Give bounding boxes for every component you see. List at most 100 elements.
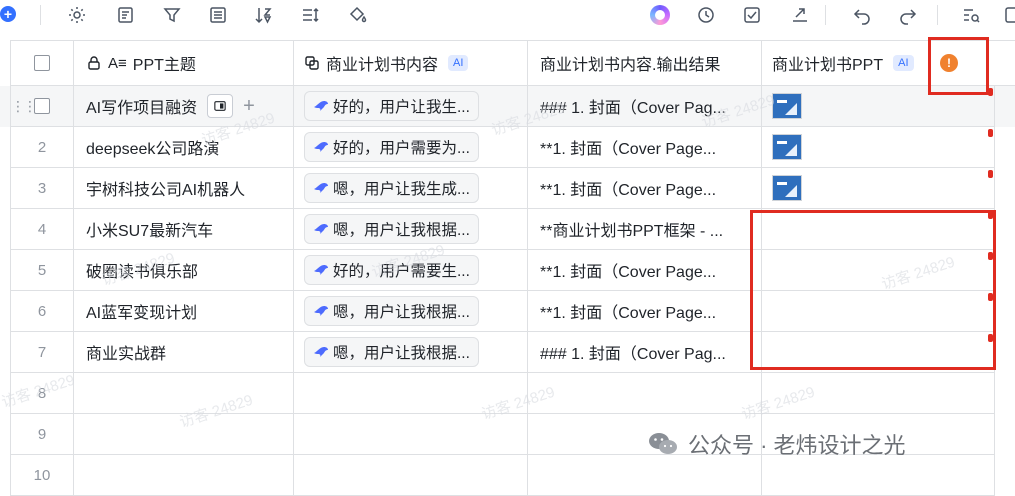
ai-assistant-icon[interactable] [650,5,670,25]
empty-cell[interactable] [74,455,294,496]
row-number: 9 [37,425,47,443]
row-number-cell[interactable]: 3 [10,168,74,209]
ai-content-tag[interactable]: 好的，用户需要生... [304,255,479,285]
filter-icon[interactable] [161,4,183,26]
ai-content-tag[interactable]: 嗯，用户让我根据... [304,337,479,367]
row-number-cell[interactable]: 2 [10,127,74,168]
settings-icon[interactable] [66,4,88,26]
ai-sparkle-icon [313,99,329,113]
ai-content-tag[interactable]: 好的，用户需要为... [304,132,479,162]
header-output[interactable]: 商业计划书内容.输出结果 [528,40,762,86]
ppt-thumbnail[interactable] [772,175,802,201]
title-cell[interactable]: 小米SU7最新汽车 [74,209,294,250]
output-cell[interactable]: **1. 封面（Cover Page... [528,127,762,168]
title-cell[interactable]: 破圈读书俱乐部 [74,250,294,291]
footer-watermark-text: 公众号 · 老炜设计之光 [688,433,906,458]
ai-content-tag[interactable]: 嗯，用户让我生成... [304,173,479,203]
ppt-thumbnail[interactable] [772,134,802,160]
ai-content-tag[interactable]: 嗯，用户让我根据... [304,214,479,244]
linked-field-icon [304,55,320,71]
output-cell[interactable]: ### 1. 封面（Cover Pag... [528,86,762,127]
ppt-cell[interactable] [762,168,995,209]
ai-content-tag[interactable]: 嗯，用户让我根据... [304,296,479,326]
empty-cell[interactable] [294,455,528,496]
title-cell[interactable]: deepseek公司路演 [74,127,294,168]
content-cell[interactable]: 好的，用户需要生... [294,250,528,291]
output-text: **商业计划书PPT框架 - ... [540,223,724,240]
title-text: deepseek公司路演 [86,141,220,158]
column-title-label: PPT主题 [132,57,196,74]
title-cell[interactable]: 宇树科技公司AI机器人 [74,168,294,209]
warning-icon[interactable]: ! [940,54,958,72]
row-number-cell[interactable]: 5 [10,250,74,291]
title-cell[interactable]: AI写作项目融资 + [74,86,294,127]
ppt-cell[interactable] [762,127,995,168]
row-number-cell[interactable]: 10 [10,455,74,496]
ai-badge: AI [893,55,914,71]
content-cell[interactable]: 嗯，用户让我根据... [294,332,528,373]
row-number-cell[interactable]: 8 [10,373,74,414]
empty-cell[interactable] [294,414,528,455]
column-output-label: 商业计划书内容.输出结果 [540,57,721,74]
row-number: 6 [37,302,47,320]
title-cell[interactable]: 商业实战群 [74,332,294,373]
title-text: AI写作项目融资 [86,100,198,117]
fill-color-icon[interactable] [347,4,369,26]
empty-cell[interactable] [294,373,528,414]
output-cell[interactable]: **1. 封面（Cover Page... [528,250,762,291]
content-cell[interactable]: 嗯，用户让我根据... [294,209,528,250]
content-text: 好的，用户让我生... [333,99,470,116]
ai-sparkle-icon [313,304,329,318]
share-icon[interactable] [789,4,811,26]
empty-cell[interactable] [74,373,294,414]
content-cell[interactable]: 嗯，用户让我根据... [294,291,528,332]
ai-content-tag[interactable]: 好的，用户让我生... [304,91,479,121]
expand-record-icon[interactable] [207,94,234,118]
content-text: 嗯，用户让我根据... [333,304,470,321]
list-icon[interactable] [207,4,229,26]
output-text: **1. 封面（Cover Page... [540,264,717,281]
search-icon[interactable] [960,4,982,26]
header-ppt-title[interactable]: A≡ PPT主题 [74,40,294,86]
content-cell[interactable]: 嗯，用户让我生成... [294,168,528,209]
row-height-icon[interactable] [299,4,321,26]
undo-icon[interactable] [851,4,873,26]
empty-cell[interactable] [528,455,762,496]
add-icon[interactable]: + [0,6,16,22]
empty-cell[interactable] [528,373,762,414]
row-number-cell[interactable]: 6 [10,291,74,332]
row-number-cell[interactable]: 9 [10,414,74,455]
title-text: 宇树科技公司AI机器人 [86,182,246,199]
empty-cell[interactable] [762,455,995,496]
drag-handle-icon[interactable]: ⋮⋮ [11,98,37,115]
history-icon[interactable] [695,4,717,26]
row-number-cell[interactable]: 7 [10,332,74,373]
redo-icon[interactable] [897,4,919,26]
row-number: 10 [33,466,51,484]
content-cell[interactable]: 好的，用户需要为... [294,127,528,168]
content-cell[interactable]: 好的，用户让我生... [294,86,528,127]
output-cell[interactable]: **1. 封面（Cover Page... [528,168,762,209]
row-status-marker [988,170,993,178]
row-number-cell[interactable]: 4 [10,209,74,250]
ai-badge: AI [448,55,469,71]
empty-cell[interactable] [762,373,995,414]
empty-cell[interactable] [74,414,294,455]
empty-row: 8 [0,373,1015,414]
sort-icon[interactable] [253,4,275,26]
add-row-icon[interactable]: + [243,95,255,118]
panel-icon[interactable] [1003,4,1015,26]
row-number-cell[interactable]: ⋮⋮ [10,86,74,127]
select-all-checkbox[interactable] [34,55,50,71]
checkbox-icon[interactable] [741,4,763,26]
title-cell[interactable]: AI蓝军变现计划 [74,291,294,332]
ppt-thumbnail[interactable] [772,93,802,119]
header-content[interactable]: 商业计划书内容 AI [294,40,528,86]
output-cell[interactable]: **商业计划书PPT框架 - ... [528,209,762,250]
row-checkbox[interactable] [34,98,50,114]
output-cell[interactable]: **1. 封面（Cover Page... [528,291,762,332]
ai-sparkle-icon [313,263,329,277]
form-icon[interactable] [115,4,137,26]
header-select-all[interactable] [10,40,74,86]
output-cell[interactable]: ### 1. 封面（Cover Pag... [528,332,762,373]
